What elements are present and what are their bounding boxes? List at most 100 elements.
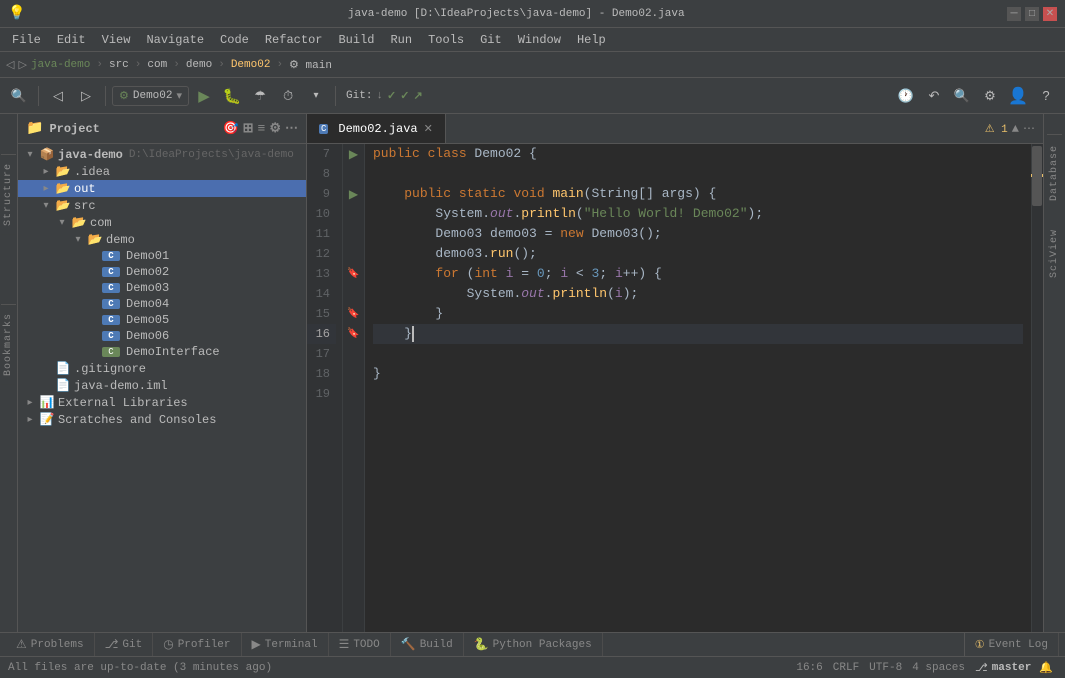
iml-icon: 📄: [54, 378, 72, 393]
menu-window[interactable]: Window: [510, 28, 569, 51]
menu-navigate[interactable]: Navigate: [138, 28, 212, 51]
nav-forward-button[interactable]: ▷: [18, 58, 26, 72]
menu-tools[interactable]: Tools: [420, 28, 472, 51]
tree-item-root[interactable]: ▾ 📦 java-demo D:\IdeaProjects\java-demo: [18, 146, 306, 163]
problems-tab[interactable]: ⚠ Problems: [6, 633, 95, 656]
project-more-icon[interactable]: ⋯: [285, 121, 298, 136]
run-button[interactable]: ▶: [191, 83, 217, 109]
sciview-panel-label[interactable]: SciView: [1047, 219, 1062, 288]
tree-item-gitignore[interactable]: ▸ 📄 .gitignore: [18, 360, 306, 377]
close-12: ();: [513, 244, 536, 264]
run-gutter-icon-7[interactable]: ▶: [349, 147, 358, 162]
user-button[interactable]: 👤: [1005, 83, 1031, 109]
tree-item-label: com: [90, 216, 112, 230]
project-settings-icon[interactable]: ⚙: [269, 121, 281, 136]
structure-panel-label[interactable]: Structure: [1, 154, 16, 234]
tree-item-ext-libs[interactable]: ▸ 📊 External Libraries: [18, 394, 306, 411]
tree-item-scratches[interactable]: ▸ 📝 Scratches and Consoles: [18, 411, 306, 428]
tab-up-icon[interactable]: ▲: [1012, 122, 1019, 136]
menu-build[interactable]: Build: [330, 28, 382, 51]
git-tab[interactable]: ⎇ Git: [95, 633, 154, 656]
nav-demo[interactable]: demo: [186, 59, 212, 71]
code-line-13: for (int i = 0; i < 3; i++) {: [373, 264, 1023, 284]
history-button[interactable]: 🕐: [893, 83, 919, 109]
more-run-button[interactable]: ▾: [303, 83, 329, 109]
nav-class[interactable]: Demo02: [231, 59, 271, 71]
tree-item-demo02[interactable]: ▸ C Demo02: [18, 264, 306, 280]
git-update-button[interactable]: ↓: [376, 90, 383, 102]
debug-button[interactable]: 🐛: [219, 83, 245, 109]
code-content[interactable]: public class Demo02 { public static void…: [365, 144, 1031, 632]
tab-more-button[interactable]: ⋯: [1023, 121, 1035, 136]
event-log-tab[interactable]: ① Event Log: [964, 633, 1059, 656]
locate-file-icon[interactable]: 🎯: [222, 121, 238, 136]
status-position[interactable]: 16:6: [796, 662, 822, 674]
tree-item-demo06[interactable]: ▸ C Demo06: [18, 328, 306, 344]
menu-edit[interactable]: Edit: [49, 28, 94, 51]
line-num-9: 9: [307, 184, 336, 204]
tree-item-out[interactable]: ▸ 📂 out: [18, 180, 306, 197]
nav-project[interactable]: java-demo: [31, 59, 90, 71]
tree-item-label: src: [74, 199, 96, 213]
close-button[interactable]: ✕: [1043, 7, 1057, 21]
gutter-row-7[interactable]: ▶: [343, 144, 364, 164]
profiler-tab[interactable]: ◷ Profiler: [153, 633, 241, 656]
tree-item-com[interactable]: ▾ 📂 com: [18, 214, 306, 231]
collapse-all-icon[interactable]: ≡: [258, 121, 266, 136]
nav-back-button[interactable]: ◁: [6, 58, 14, 72]
run-config-dropdown[interactable]: ⚙ Demo02 ▾: [112, 86, 189, 106]
undo-button[interactable]: ↶: [921, 83, 947, 109]
gutter-row-9[interactable]: ▶: [343, 184, 364, 204]
database-panel-label[interactable]: Database: [1047, 134, 1062, 211]
menu-git[interactable]: Git: [472, 28, 510, 51]
scroll-thumb[interactable]: [1032, 146, 1042, 206]
editor-tab-demo02[interactable]: C Demo02.java ✕: [307, 114, 446, 143]
python-packages-tab[interactable]: 🐍 Python Packages: [464, 633, 603, 656]
status-vcs[interactable]: master: [992, 662, 1032, 674]
bookmarks-panel-label[interactable]: Bookmarks: [1, 304, 16, 384]
tree-item-demo01[interactable]: ▸ C Demo01: [18, 248, 306, 264]
run-coverage-button[interactable]: ☂: [247, 83, 273, 109]
nav-forward-toolbar-button[interactable]: ▷: [73, 83, 99, 109]
tree-item-src[interactable]: ▾ 📂 src: [18, 197, 306, 214]
nav-back-toolbar-button[interactable]: ◁: [45, 83, 71, 109]
tab-close-button[interactable]: ✕: [424, 122, 433, 136]
search-button[interactable]: 🔍: [949, 83, 975, 109]
profile-button[interactable]: ⏱: [275, 83, 301, 109]
menu-refactor[interactable]: Refactor: [257, 28, 331, 51]
menu-view[interactable]: View: [94, 28, 139, 51]
status-encoding[interactable]: UTF-8: [869, 662, 902, 674]
nav-src[interactable]: src: [109, 59, 129, 71]
status-indent[interactable]: 4 spaces: [912, 662, 965, 674]
menu-file[interactable]: File: [4, 28, 49, 51]
menu-help[interactable]: Help: [569, 28, 614, 51]
git-push-button[interactable]: ✓: [400, 89, 409, 103]
minimize-button[interactable]: ─: [1007, 7, 1021, 21]
settings-button[interactable]: ⚙: [977, 83, 1003, 109]
search-everywhere-button[interactable]: 🔍: [6, 83, 32, 109]
help-toolbar-button[interactable]: ?: [1033, 83, 1059, 109]
nav-method[interactable]: ⚙ main: [289, 58, 332, 72]
menu-code[interactable]: Code: [212, 28, 257, 51]
maximize-button[interactable]: □: [1025, 7, 1039, 21]
tree-item-demo05[interactable]: ▸ C Demo05: [18, 312, 306, 328]
tree-item-demo03[interactable]: ▸ C Demo03: [18, 280, 306, 296]
terminal-tab[interactable]: ▶ Terminal: [242, 633, 329, 656]
status-line-ending[interactable]: CRLF: [833, 662, 859, 674]
tree-item-demo04[interactable]: ▸ C Demo04: [18, 296, 306, 312]
terminal-icon: ▶: [252, 637, 261, 652]
nav-com[interactable]: com: [147, 59, 167, 71]
git-branch-button[interactable]: ↗: [413, 89, 422, 103]
git-commit-button[interactable]: ✓: [387, 89, 396, 103]
tree-item-demointerface[interactable]: ▸ C DemoInterface: [18, 344, 306, 360]
expand-all-icon[interactable]: ⊞: [243, 121, 254, 136]
build-tab[interactable]: 🔨 Build: [391, 633, 464, 656]
tree-item-iml[interactable]: ▸ 📄 java-demo.iml: [18, 377, 306, 394]
editor-scroll-indicator[interactable]: ⚠: [1031, 144, 1043, 632]
run-gutter-icon-9[interactable]: ▶: [349, 187, 358, 202]
var-i-incr: i: [615, 264, 623, 284]
tree-item-idea[interactable]: ▸ 📂 .idea: [18, 163, 306, 180]
tree-item-demo[interactable]: ▾ 📂 demo: [18, 231, 306, 248]
todo-tab[interactable]: ☰ TODO: [329, 633, 391, 656]
menu-run[interactable]: Run: [382, 28, 420, 51]
